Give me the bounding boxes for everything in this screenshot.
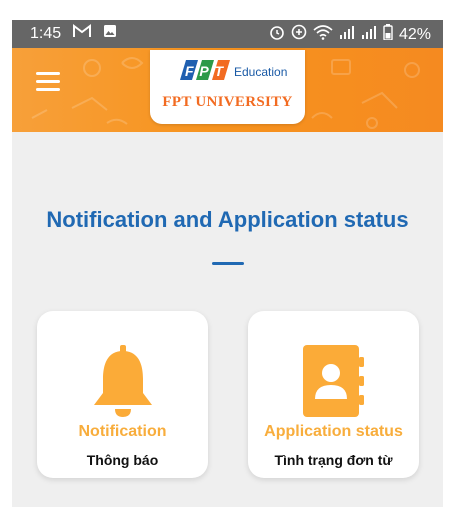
notification-card[interactable]: Notification Thông báo [37, 311, 208, 478]
battery-icon [383, 24, 393, 45]
phone-screen: 1:45 42% FPT Education FPT UNIVERSITY No… [12, 20, 443, 507]
university-name: FPT UNIVERSITY [162, 94, 293, 110]
fpt-logo: FPT Education FPT UNIVERSITY [150, 50, 305, 124]
menu-button[interactable] [36, 72, 60, 94]
hamburger-menu-icon-bar [36, 80, 60, 83]
application-status-card[interactable]: Application status Tình trạng đơn từ [248, 311, 419, 478]
notification-label: Notification [78, 423, 167, 440]
fpt-logo-letters: FPT [185, 63, 224, 79]
alarm-icon [269, 24, 285, 45]
status-bar-left: 1:45 [30, 24, 117, 43]
app-header: FPT Education FPT UNIVERSITY [12, 48, 443, 132]
page-title: Notification and Application status [46, 207, 409, 232]
status-bar: 1:45 42% [12, 20, 443, 48]
image-icon [103, 24, 117, 43]
title-divider [212, 262, 244, 265]
education-label: Education [234, 65, 288, 79]
signal-icon-2 [361, 25, 377, 44]
contact-book-icon [248, 345, 419, 417]
hamburger-menu-icon-bar [36, 72, 60, 75]
status-bar-right: 42% [269, 24, 431, 45]
notification-sublabel: Thông báo [86, 452, 159, 468]
bell-icon [37, 345, 208, 419]
data-saver-icon [291, 24, 307, 45]
fpt-logo-mark: FPT [180, 60, 230, 80]
signal-icon-1 [339, 25, 355, 44]
gmail-icon [73, 24, 92, 43]
hamburger-menu-icon-bar [36, 88, 60, 91]
status-time: 1:45 [30, 24, 62, 42]
application-status-label: Application status [264, 423, 403, 440]
wifi-icon [313, 24, 333, 45]
application-status-sublabel: Tình trạng đơn từ [274, 452, 393, 468]
battery-percent: 42% [398, 25, 431, 43]
